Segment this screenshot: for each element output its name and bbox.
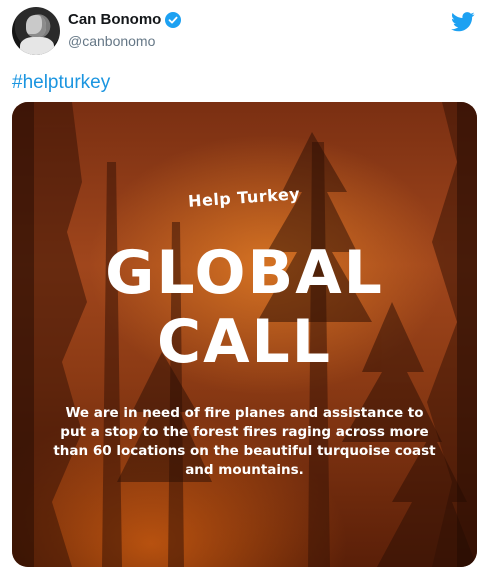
author-display-name[interactable]: Can Bonomo <box>68 11 161 28</box>
media-body-text: We are in need of fire planes and assist… <box>53 405 436 478</box>
author-name-row: Can Bonomo <box>68 11 182 28</box>
tweet-card: Can Bonomo @canbonomo #helpturkey Help T… <box>0 0 489 573</box>
media-tagline: Help Turkey <box>187 184 302 211</box>
media-headline-line2: CALL <box>157 307 332 377</box>
tweet-media-image[interactable]: Help Turkey GLOBAL CALL We are in need o… <box>12 102 477 567</box>
avatar[interactable] <box>12 7 60 55</box>
twitter-bird-icon[interactable] <box>451 12 475 32</box>
hashtag-link[interactable]: #helpturkey <box>12 72 110 94</box>
author-handle[interactable]: @canbonomo <box>68 33 155 49</box>
verified-badge-icon <box>165 11 182 28</box>
media-headline-line1: GLOBAL <box>105 238 384 308</box>
